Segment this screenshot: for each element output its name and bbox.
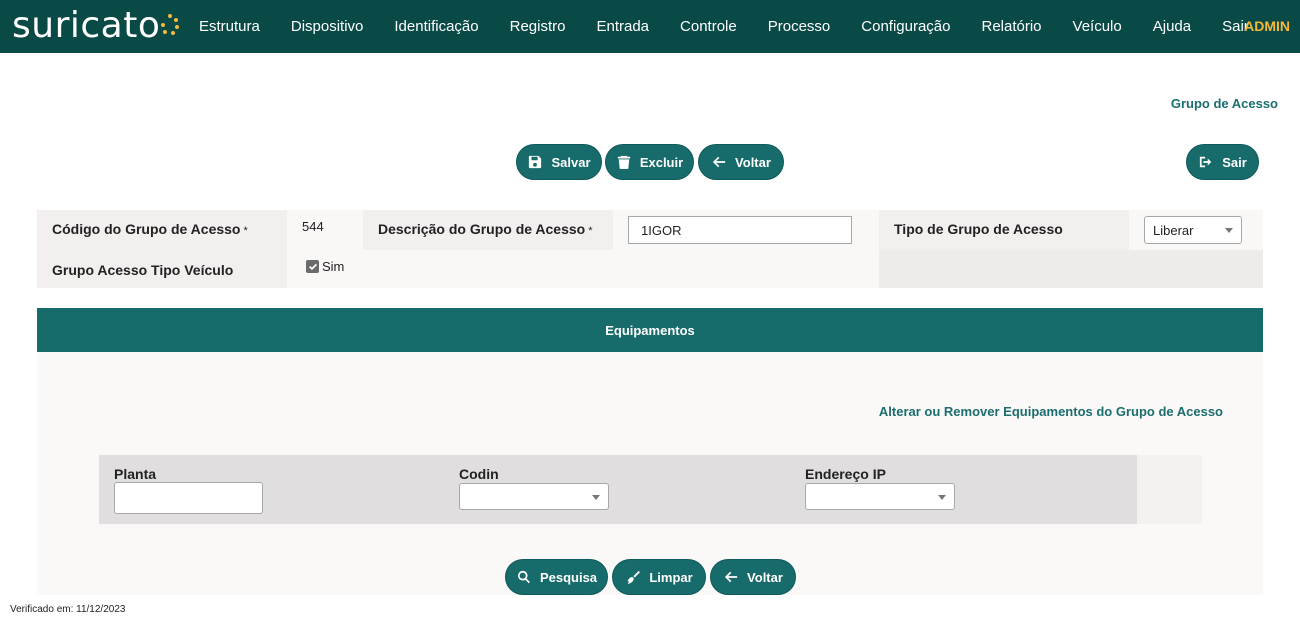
exit-button[interactable]: Sair	[1186, 144, 1259, 180]
page-title: Grupo de Acesso	[1170, 96, 1278, 111]
codigo-label: Código do Grupo de Acesso *	[52, 221, 248, 237]
search-icon	[516, 569, 532, 585]
tipo-select[interactable]: Liberar	[1144, 216, 1242, 244]
veiculo-label: Grupo Acesso Tipo Veículo	[52, 262, 234, 278]
veiculo-checkbox[interactable]	[306, 260, 319, 273]
ip-label: Endereço IP	[805, 466, 886, 482]
main-menu: Estrutura Dispositivo Identificação Regi…	[199, 0, 1280, 53]
required-mark: *	[243, 225, 248, 237]
codin-label: Codin	[459, 466, 499, 482]
veiculo-option-label: Sim	[322, 259, 345, 274]
required-mark: *	[588, 225, 593, 237]
filter-back-label: Voltar	[747, 569, 783, 585]
user-name[interactable]: ADMIN	[1244, 18, 1290, 34]
planta-label: Planta	[114, 466, 157, 482]
ip-select[interactable]	[805, 483, 955, 510]
alterar-equipamentos-link[interactable]: Alterar ou Remover Equipamentos do Grupo…	[879, 404, 1223, 419]
filter-panel-end	[1137, 455, 1202, 524]
delete-button[interactable]: Excluir	[605, 144, 694, 180]
equipamentos-header: Equipamentos	[37, 308, 1263, 352]
tipo-select-value: Liberar	[1153, 222, 1194, 238]
search-button[interactable]: Pesquisa	[505, 559, 608, 595]
codin-select[interactable]	[459, 483, 609, 510]
menu-entrada[interactable]: Entrada	[596, 18, 649, 35]
floppy-disk-icon	[527, 154, 543, 170]
codigo-value: 544	[302, 219, 324, 234]
back-button[interactable]: Voltar	[698, 144, 784, 180]
menu-ajuda[interactable]: Ajuda	[1153, 18, 1191, 35]
search-label: Pesquisa	[539, 569, 598, 585]
sign-out-icon	[1198, 154, 1214, 170]
check-icon	[308, 263, 317, 270]
menu-controle[interactable]: Controle	[680, 18, 737, 35]
filter-back-button[interactable]: Voltar	[710, 559, 796, 595]
menu-estrutura[interactable]: Estrutura	[199, 18, 260, 35]
exit-label: Sair	[1222, 154, 1247, 170]
descricao-input[interactable]: 1IGOR	[628, 216, 852, 244]
top-navbar: suricato Estrutura Dispositivo Identific…	[0, 0, 1300, 53]
tipo-label: Tipo de Grupo de Acesso	[894, 221, 1063, 237]
logo-text: suricato	[12, 5, 161, 46]
arrow-left-icon	[723, 569, 739, 585]
arrow-left-icon	[711, 154, 727, 170]
back-label: Voltar	[735, 154, 771, 170]
chevron-down-icon	[592, 494, 600, 500]
chevron-down-icon	[1225, 228, 1233, 233]
verified-date: Verificado em: 11/12/2023	[10, 604, 126, 615]
menu-configuracao[interactable]: Configuração	[861, 18, 950, 35]
menu-processo[interactable]: Processo	[768, 18, 831, 35]
planta-input[interactable]	[114, 482, 263, 514]
logo-dots-icon	[161, 14, 180, 36]
form-empty-cell	[879, 250, 1263, 288]
save-label: Salvar	[551, 154, 591, 170]
app-logo[interactable]: suricato	[12, 4, 180, 48]
menu-identificacao[interactable]: Identificação	[394, 18, 478, 35]
descricao-label-text: Descrição do Grupo de Acesso	[378, 221, 586, 237]
menu-dispositivo[interactable]: Dispositivo	[291, 18, 364, 35]
menu-relatorio[interactable]: Relatório	[982, 18, 1042, 35]
clear-label: Limpar	[649, 569, 693, 585]
chevron-down-icon	[938, 494, 946, 500]
broom-icon	[625, 569, 641, 585]
save-button[interactable]: Salvar	[516, 144, 602, 180]
menu-veiculo[interactable]: Veículo	[1073, 18, 1122, 35]
descricao-label: Descrição do Grupo de Acesso *	[378, 221, 593, 237]
codigo-label-text: Código do Grupo de Acesso	[52, 221, 241, 237]
trash-icon	[616, 154, 632, 170]
clear-button[interactable]: Limpar	[612, 559, 706, 595]
delete-label: Excluir	[639, 154, 684, 170]
menu-registro[interactable]: Registro	[510, 18, 566, 35]
